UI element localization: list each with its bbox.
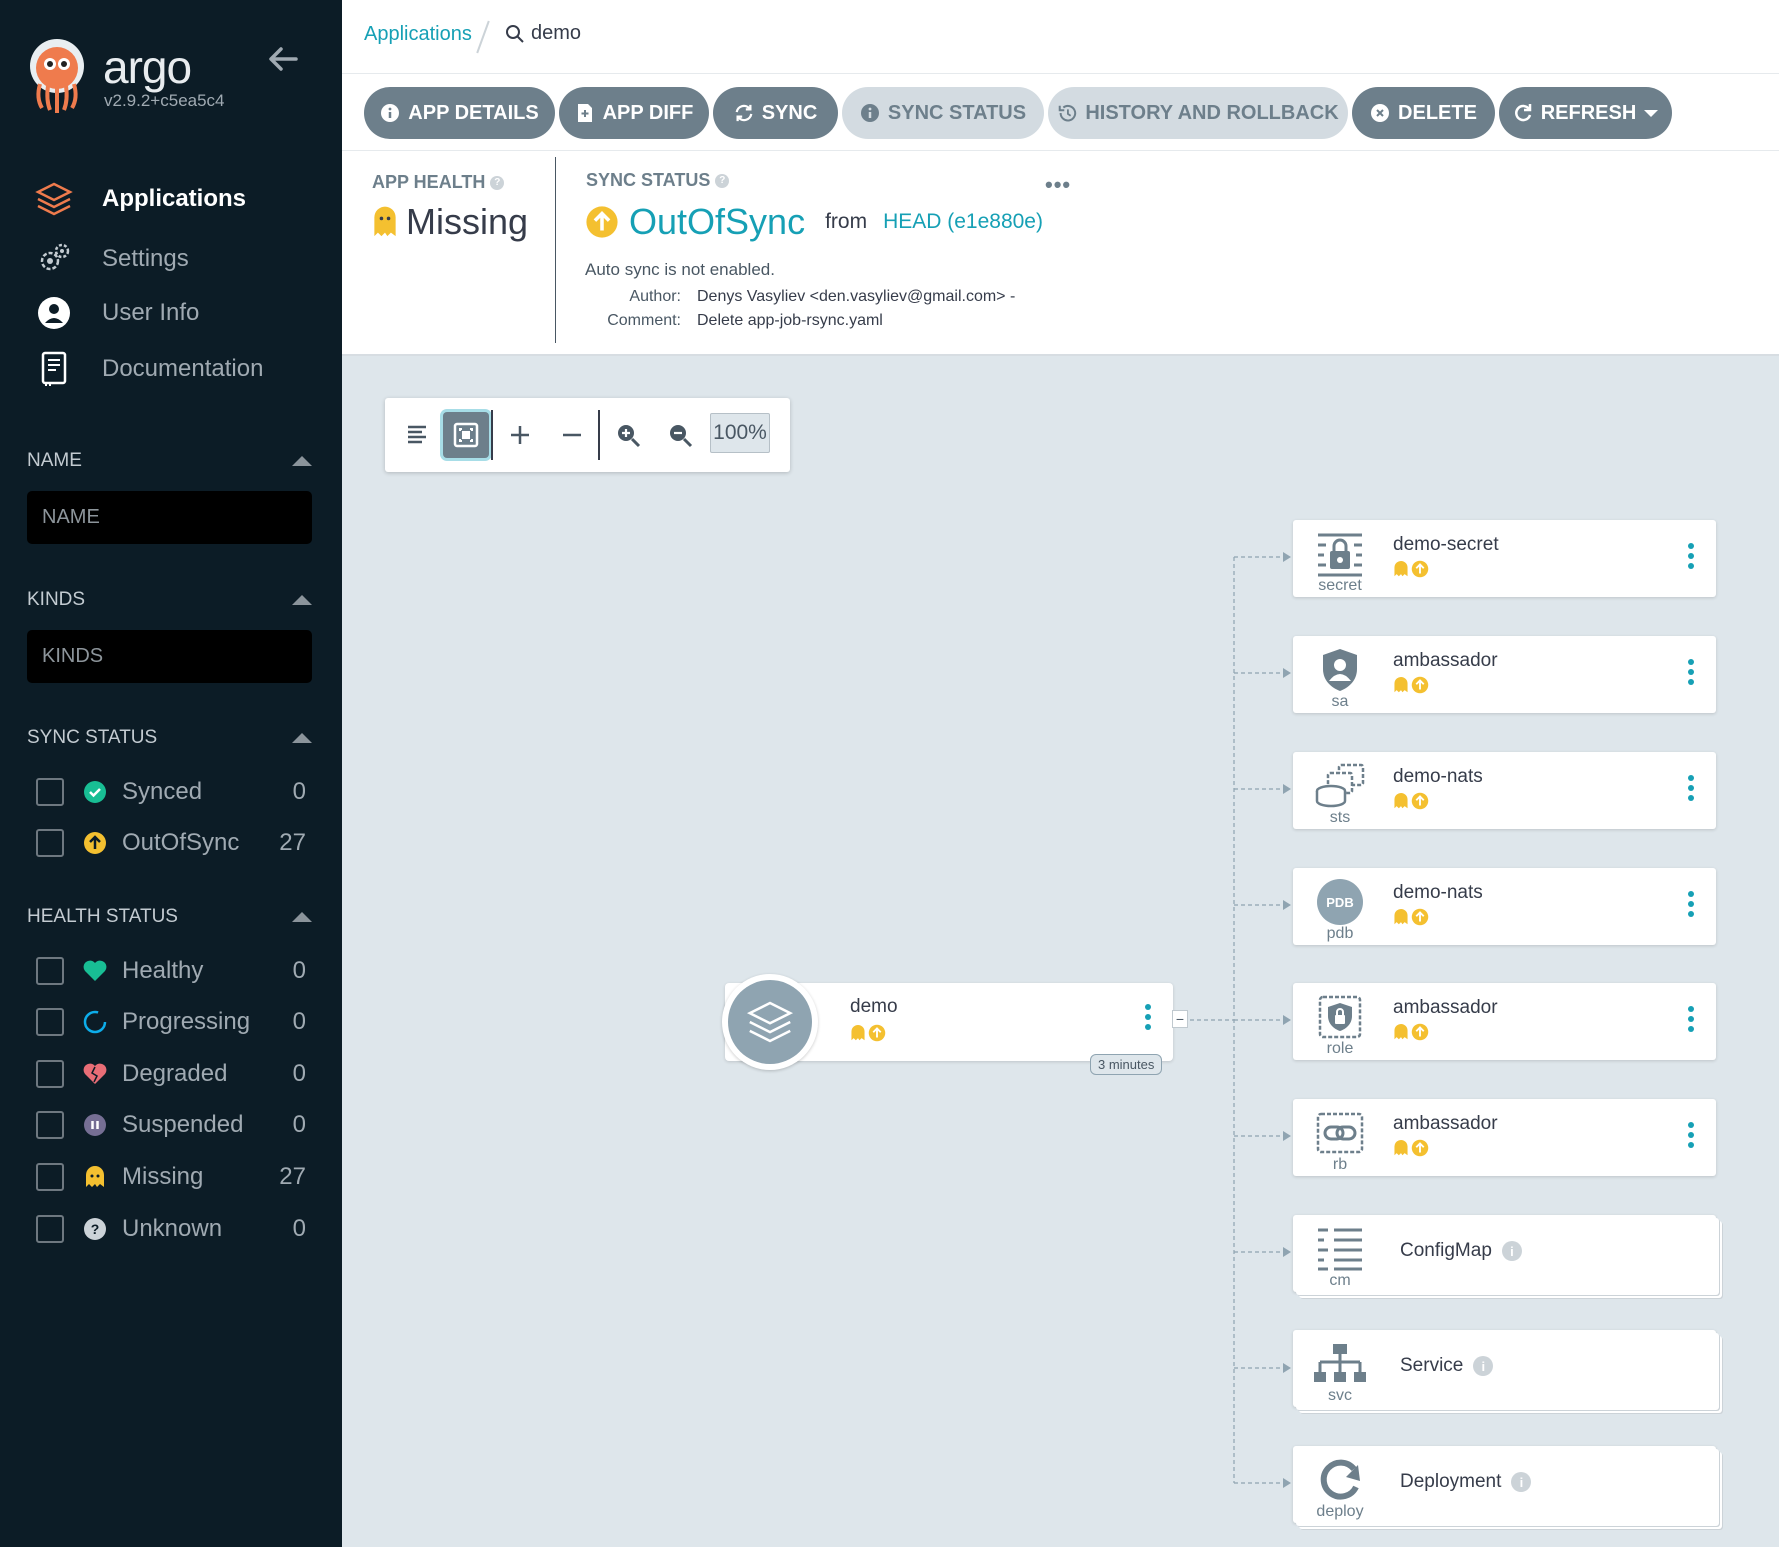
outofsync-arrow-up-icon [1411,560,1429,578]
resource-status-icons [1393,792,1429,810]
resource-node-role[interactable]: role ambassador [1293,983,1716,1060]
group-name: Deployment i [1400,1471,1532,1493]
ghost-icon [1394,561,1408,577]
outofsync-arrow-up-icon [868,1024,886,1042]
resource-node-sts[interactable]: sts demo-nats [1293,752,1716,829]
statefulset-icon [1313,762,1367,810]
resource-status-icons [1393,1023,1429,1041]
kind-label: deploy [1316,1503,1364,1520]
resource-name: ambassador [1393,997,1498,1018]
role-lock-icon [1313,993,1367,1041]
vertical-dots-menu-icon[interactable] [1687,1005,1695,1033]
group-name-label: Service [1400,1355,1464,1376]
service-network-icon [1313,1340,1367,1388]
vertical-dots-menu-icon[interactable] [1687,542,1695,570]
group-node-service[interactable]: svc Service i [1293,1330,1716,1407]
vertical-dots-menu-icon[interactable] [1687,1121,1695,1149]
outofsync-arrow-up-icon [1411,792,1429,810]
resource-status-icons [1393,676,1429,694]
group-node-deployment[interactable]: deploy Deployment i [1293,1446,1716,1523]
collapse-children-button[interactable]: − [1172,1010,1188,1028]
kind-label: sts [1329,809,1351,826]
kind-label: pdb [1326,925,1354,942]
layers-icon [746,1001,794,1043]
group-name-label: Deployment [1400,1471,1502,1492]
vertical-dots-menu-icon[interactable] [1144,1003,1152,1031]
resource-name: ambassador [1393,1113,1498,1134]
resource-node-secret[interactable]: secret demo-secret [1293,520,1716,597]
vertical-dots-menu-icon[interactable] [1687,890,1695,918]
group-name: ConfigMap i [1400,1240,1522,1262]
group-node-configmap[interactable]: cm ConfigMap i [1293,1215,1716,1292]
role-binding-link-icon [1313,1109,1367,1157]
resource-status-icons [1393,560,1429,578]
ghost-icon [1394,1024,1408,1040]
ghost-icon [1394,677,1408,693]
resource-status-icons [1393,1139,1429,1157]
outofsync-arrow-up-icon [1411,1139,1429,1157]
resource-status-icons [1393,908,1429,926]
resource-name: ambassador [1393,650,1498,671]
ghost-icon [1394,793,1408,809]
ghost-icon [1394,1140,1408,1156]
group-name: Service i [1400,1355,1494,1377]
secret-lock-icon [1313,530,1367,578]
ghost-icon [1394,909,1408,925]
vertical-dots-menu-icon[interactable] [1687,658,1695,686]
configmap-list-icon [1313,1225,1367,1273]
root-app-name: demo [850,996,898,1017]
resource-node-sa[interactable]: sa ambassador [1293,636,1716,713]
outofsync-arrow-up-icon [1411,1023,1429,1041]
resource-name: demo-nats [1393,766,1483,787]
kind-label: role [1326,1040,1354,1057]
kind-label: rb [1332,1156,1348,1173]
resource-name: demo-nats [1393,882,1483,903]
kind-label: cm [1329,1272,1351,1289]
resource-name: demo-secret [1393,534,1499,555]
kind-label: svc [1328,1387,1352,1404]
deployment-cycle-icon [1313,1456,1367,1504]
group-name-label: ConfigMap [1400,1240,1492,1261]
vertical-dots-menu-icon[interactable] [1687,774,1695,802]
pdb-badge-icon: PDB [1313,878,1367,926]
info-icon[interactable]: i [1501,1241,1522,1261]
resource-node-rb[interactable]: rb ambassador [1293,1099,1716,1176]
pdb-badge-text: PDB [1326,895,1353,910]
outofsync-arrow-up-icon [1411,908,1429,926]
root-status-icons [850,1024,886,1042]
kind-label: secret [1318,577,1362,594]
info-icon[interactable]: i [1473,1356,1494,1376]
age-badge: 3 minutes [1090,1054,1163,1075]
outofsync-arrow-up-icon [1411,676,1429,694]
info-icon[interactable]: i [1511,1472,1532,1492]
ghost-icon [851,1025,865,1041]
resource-node-pdb[interactable]: PDB pdb demo-nats [1293,868,1716,945]
kind-label: sa [1331,693,1349,710]
service-account-shield-icon [1313,646,1367,694]
root-app-icon-circle [722,974,818,1070]
